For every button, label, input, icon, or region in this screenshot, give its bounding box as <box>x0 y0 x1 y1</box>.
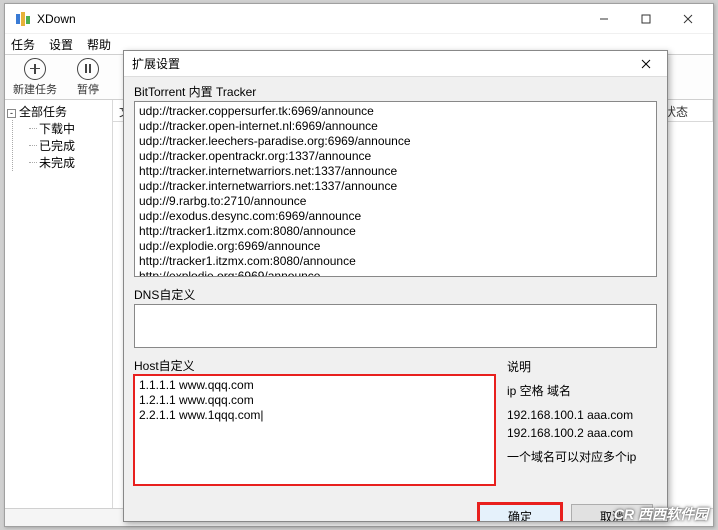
desc-line1: ip 空格 域名 <box>507 382 657 400</box>
host-group: Host自定义 说明 ip 空格 域名 192.168.100.1 aaa.co… <box>134 357 657 488</box>
app-icon <box>15 11 31 27</box>
plus-icon <box>24 58 46 80</box>
tree-root-node[interactable]: -全部任务 <box>7 103 110 120</box>
maximize-button[interactable] <box>625 5 667 33</box>
tracker-textarea[interactable] <box>134 101 657 277</box>
host-description: 说明 ip 空格 域名 192.168.100.1 aaa.com 192.16… <box>507 357 657 488</box>
tree-node-completed[interactable]: 已完成 <box>29 137 110 154</box>
desc-example2: 192.168.100.2 aaa.com <box>507 424 657 442</box>
sidebar: -全部任务 下载中 已完成 未完成 <box>5 100 113 508</box>
ok-button[interactable]: 确定 <box>479 504 561 521</box>
cancel-button[interactable]: 取消 <box>571 504 653 521</box>
pause-label: 暂停 <box>77 81 99 97</box>
dialog-close-button[interactable] <box>633 54 659 74</box>
menu-help[interactable]: 帮助 <box>87 36 111 53</box>
close-button[interactable] <box>667 5 709 33</box>
dns-group: DNS自定义 <box>134 286 657 351</box>
tree-node-downloading[interactable]: 下载中 <box>29 120 110 137</box>
dialog-body: BitTorrent 内置 Tracker DNS自定义 Host自定义 说明 … <box>124 77 667 521</box>
dns-textarea[interactable] <box>134 304 657 348</box>
desc-note: 一个域名可以对应多个ip <box>507 448 657 466</box>
menu-settings[interactable]: 设置 <box>49 36 73 53</box>
tree-node-incomplete[interactable]: 未完成 <box>29 154 110 171</box>
pause-icon <box>77 58 99 80</box>
tracker-label: BitTorrent 内置 Tracker <box>134 83 657 100</box>
tree[interactable]: -全部任务 下载中 已完成 未完成 <box>7 103 110 171</box>
tree-collapse-icon[interactable]: - <box>7 109 16 118</box>
tracker-group: BitTorrent 内置 Tracker <box>134 83 657 280</box>
dialog-title: 扩展设置 <box>132 55 633 72</box>
dialog-titlebar[interactable]: 扩展设置 <box>124 51 667 77</box>
new-task-button[interactable]: 新建任务 <box>13 58 57 97</box>
tree-children: 下载中 已完成 未完成 <box>12 120 110 171</box>
desc-example1: 192.168.100.1 aaa.com <box>507 406 657 424</box>
titlebar[interactable]: XDown <box>5 4 713 34</box>
tree-root-label: 全部任务 <box>19 105 67 119</box>
new-task-label: 新建任务 <box>13 81 57 97</box>
desc-title: 说明 <box>507 358 657 376</box>
host-label: Host自定义 <box>134 357 495 374</box>
window-controls <box>583 5 709 33</box>
host-textarea[interactable] <box>134 375 495 485</box>
dns-label: DNS自定义 <box>134 286 657 303</box>
extension-settings-dialog: 扩展设置 BitTorrent 内置 Tracker DNS自定义 Host自定… <box>123 50 668 522</box>
pause-button[interactable]: 暂停 <box>77 58 99 97</box>
dialog-buttons: 确定 取消 <box>134 494 657 521</box>
host-left: Host自定义 <box>134 357 495 488</box>
menu-tasks[interactable]: 任务 <box>11 36 35 53</box>
window-title: XDown <box>37 12 583 26</box>
minimize-button[interactable] <box>583 5 625 33</box>
